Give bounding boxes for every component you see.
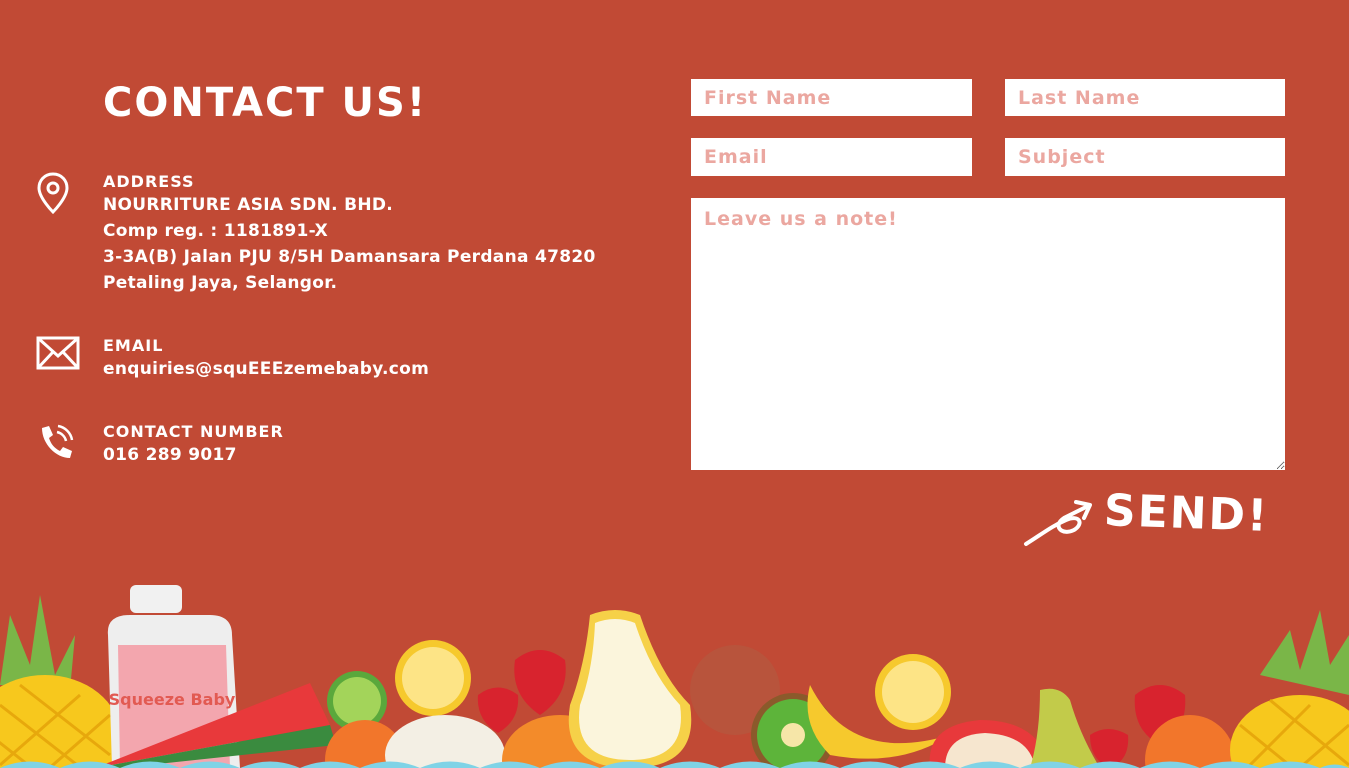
last-name-input[interactable]	[1005, 79, 1285, 116]
first-name-input[interactable]	[691, 79, 972, 116]
fruit-illustration: Squeeze Baby	[0, 585, 1349, 768]
email-block: EMAIL enquiries@squEEEzemebaby.com	[0, 336, 660, 386]
address-block: ADDRESS NOURRITURE ASIA SDN. BHD. Comp r…	[0, 172, 660, 302]
pear-icon	[1030, 688, 1100, 768]
email-link[interactable]: enquiries@squEEEzemebaby.com	[103, 356, 429, 382]
address-line: 3-3A(B) Jalan PJU 8/5H Damansara Perdana…	[103, 247, 596, 267]
phone-block: CONTACT NUMBER 016 289 9017	[0, 422, 660, 472]
address-line: Comp reg. : 1181891-X	[103, 221, 329, 241]
note-textarea[interactable]	[691, 198, 1285, 470]
email-input[interactable]	[691, 138, 972, 176]
envelope-icon	[36, 336, 80, 374]
page-title: CONTACT US!	[103, 80, 428, 126]
send-button[interactable]: SEND!	[1022, 485, 1270, 552]
phone-icon	[36, 422, 76, 466]
strawberry-icon	[514, 650, 566, 715]
curly-arrow-icon	[1022, 496, 1100, 552]
send-label: SEND!	[1103, 485, 1271, 542]
pouch-logo-text: Squeeze Baby	[109, 690, 236, 709]
location-pin-icon	[36, 172, 70, 218]
address-line: Petaling Jaya, Selangor.	[103, 273, 338, 293]
address-label: ADDRESS	[103, 172, 195, 191]
phone-number[interactable]: 016 289 9017	[103, 442, 284, 468]
address-line: NOURRITURE ASIA SDN. BHD.	[103, 195, 394, 215]
email-label: EMAIL	[103, 336, 164, 355]
subject-input[interactable]	[1005, 138, 1285, 176]
phone-label: CONTACT NUMBER	[103, 422, 284, 441]
